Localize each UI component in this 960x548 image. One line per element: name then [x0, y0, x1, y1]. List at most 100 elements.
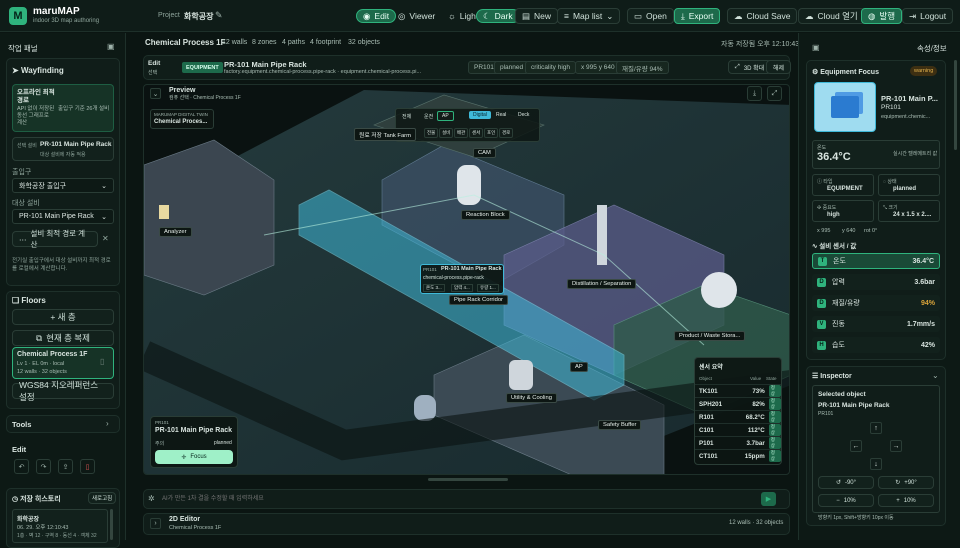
- label-analyzer[interactable]: Analyzer: [159, 227, 192, 237]
- equipment-select[interactable]: PR-101 Main Pipe Rack ⌄: [12, 209, 114, 224]
- download-icon[interactable]: ⤓: [747, 86, 762, 101]
- cloud-save-button[interactable]: ☁ Cloud Save: [727, 8, 798, 24]
- rotate-left-button[interactable]: ↺ -90°: [818, 476, 874, 489]
- sensor-row[interactable]: P101 3.7bar 정상: [695, 436, 781, 449]
- focus-button[interactable]: ✛ Focus: [155, 450, 233, 464]
- redo-icon[interactable]: ↷: [36, 459, 51, 474]
- export-button[interactable]: ⤓ Export: [674, 8, 721, 24]
- eye-icon: ◎: [398, 10, 406, 21]
- trash-icon[interactable]: ▯: [100, 357, 104, 366]
- copy-floor-button[interactable]: ⧉ 현재 층 복제: [12, 330, 114, 346]
- mode-real[interactable]: Real: [496, 112, 506, 118]
- move-left-icon[interactable]: ←: [850, 440, 862, 452]
- sensor-row[interactable]: CT101 15ppm 정상: [695, 449, 781, 462]
- release-button[interactable]: 해제: [766, 60, 792, 74]
- label-reaction[interactable]: Reaction Block: [461, 210, 510, 220]
- selected-item-name: PR-101 Main Pipe Rack: [224, 60, 307, 69]
- label-utility[interactable]: Utility & Cooling: [506, 393, 557, 403]
- sensor-reading: 3.6bar: [914, 278, 935, 286]
- sensor-type-icon: H: [817, 340, 826, 350]
- dark-theme-button[interactable]: ☾ Dark: [476, 9, 520, 23]
- new-button[interactable]: ▤ New: [515, 8, 559, 24]
- rotate-right-button[interactable]: ↻ +90°: [878, 476, 934, 489]
- horizontal-scrollbar[interactable]: [428, 478, 508, 481]
- sensor-row[interactable]: SPH201 82% 정상: [695, 397, 781, 410]
- chevron-right-icon[interactable]: ›: [150, 518, 161, 529]
- wgs84-button[interactable]: WGS84 지오레퍼런스 설정: [12, 380, 114, 402]
- publish-button[interactable]: ◍ 발행: [861, 8, 903, 24]
- equipment-sensor-row[interactable]: H 습도 42%: [812, 337, 940, 353]
- collapse-panel-icon[interactable]: ▣: [107, 42, 115, 51]
- sensor-object: C101: [699, 426, 714, 434]
- map-list-button[interactable]: ≡ Map list ⌄: [557, 8, 621, 24]
- analyzer-unit: [159, 205, 169, 219]
- autosave-status: 자동 저장됨 오후 12:10:43: [721, 41, 800, 48]
- view-mode-ops[interactable]: 운전: [421, 112, 436, 121]
- logout-button[interactable]: ⇥ Logout: [902, 8, 954, 24]
- sensor-object: CT101: [699, 452, 718, 460]
- label-product-storage[interactable]: Product / Waste Stora...: [674, 331, 746, 341]
- delete-icon[interactable]: ▯: [80, 459, 95, 474]
- send-icon[interactable]: ▶: [761, 492, 776, 506]
- history-scrollbar[interactable]: [110, 509, 113, 540]
- equipment-sensor-row[interactable]: T 온도 36.4°C: [812, 253, 940, 269]
- calc-route-button[interactable]: ⋯ 설비 최적 경로 계산: [12, 229, 98, 249]
- chevron-down-icon[interactable]: ⌄: [932, 371, 939, 380]
- sensor-row[interactable]: R101 68.2°C 정상: [695, 410, 781, 423]
- filter-equipment[interactable]: 설비: [439, 128, 454, 138]
- label-tank-farm[interactable]: 원료 저장 Tank Farm: [354, 128, 416, 141]
- ai-prompt-input[interactable]: [162, 492, 742, 506]
- filter-point[interactable]: 포인: [484, 128, 499, 138]
- edit-project-icon[interactable]: ✎: [215, 10, 223, 21]
- entrance-select[interactable]: 화학공장 출입구 ⌄: [12, 178, 114, 193]
- filter-pipe[interactable]: 배관: [454, 128, 469, 138]
- move-up-icon[interactable]: ↑: [870, 422, 882, 434]
- viewer-mode-button[interactable]: ◎ Viewer: [392, 9, 441, 23]
- new-floor-button[interactable]: + 새 층: [12, 309, 114, 325]
- move-down-icon[interactable]: ↓: [870, 458, 882, 470]
- share-icon[interactable]: ⇪: [58, 459, 73, 474]
- right-panel-title: 속성/정보: [917, 44, 947, 53]
- label-ap[interactable]: AP: [570, 362, 588, 372]
- undo-icon[interactable]: ↶: [14, 459, 29, 474]
- project-name: 화학공장: [184, 12, 214, 21]
- edit-mode-button[interactable]: ◉ Edit: [356, 9, 397, 23]
- rotate-cw-icon: ↻: [895, 480, 901, 486]
- chevron-down-icon: ⌄: [606, 10, 614, 21]
- label-pipe-corridor[interactable]: Pipe Rack Corridor: [449, 295, 508, 305]
- fullscreen-icon[interactable]: ⤢: [767, 86, 782, 101]
- cloud-open-button[interactable]: ☁ Cloud 열기: [798, 8, 865, 24]
- wayfinding-title: ➤ Wayfinding: [12, 66, 64, 75]
- label-distillation[interactable]: Distillation / Separation: [567, 279, 637, 289]
- label-cam[interactable]: CAM: [473, 148, 496, 158]
- zoom-3d-button[interactable]: ⤢ 3D 확대: [728, 60, 772, 74]
- collapse-right-icon[interactable]: ▣: [812, 43, 820, 52]
- mode-digital[interactable]: Digital: [469, 111, 491, 119]
- filter-sensor[interactable]: 센서: [469, 128, 484, 138]
- equipment-sensor-row[interactable]: D 재질/유량 94%: [812, 295, 940, 311]
- scale-up-button[interactable]: +10%: [878, 494, 934, 507]
- equipment-sensor-row[interactable]: D 압력 3.6bar: [812, 274, 940, 290]
- equipment-sensor-row[interactable]: V 진동 1.7mm/s: [812, 316, 940, 332]
- mode-deck[interactable]: Deck: [518, 112, 529, 118]
- temp-value: 36.4°C: [817, 151, 851, 163]
- filter-all[interactable]: 전물: [424, 128, 439, 138]
- scale-down-button[interactable]: −10%: [818, 494, 874, 507]
- view-mode-ap[interactable]: AP: [437, 111, 454, 121]
- clear-route-icon[interactable]: ✕: [102, 234, 109, 243]
- view-mode-all[interactable]: 전체: [399, 112, 414, 121]
- sensor-row[interactable]: TK101 73% 정상: [695, 384, 781, 397]
- sensor-object: SPH201: [699, 400, 723, 408]
- right-scrollbar[interactable]: [954, 60, 957, 150]
- label-safety-buffer[interactable]: Safety Buffer: [598, 420, 642, 430]
- filter-route[interactable]: 경로: [499, 128, 514, 138]
- open-button[interactable]: ▭ Open: [627, 8, 674, 24]
- preview-collapse-icon[interactable]: ⌄: [150, 88, 161, 99]
- tag-coords: x 995 y 640: [575, 61, 621, 74]
- move-right-icon[interactable]: →: [890, 440, 902, 452]
- refresh-history-button[interactable]: 새로고침: [88, 492, 117, 504]
- sensor-row[interactable]: C101 112°C 정상: [695, 423, 781, 436]
- prop-state-key: ◌ 상태: [883, 179, 897, 185]
- resize-icon: ⤡: [883, 205, 888, 211]
- type-badge: EQUIPMENT: [182, 62, 223, 73]
